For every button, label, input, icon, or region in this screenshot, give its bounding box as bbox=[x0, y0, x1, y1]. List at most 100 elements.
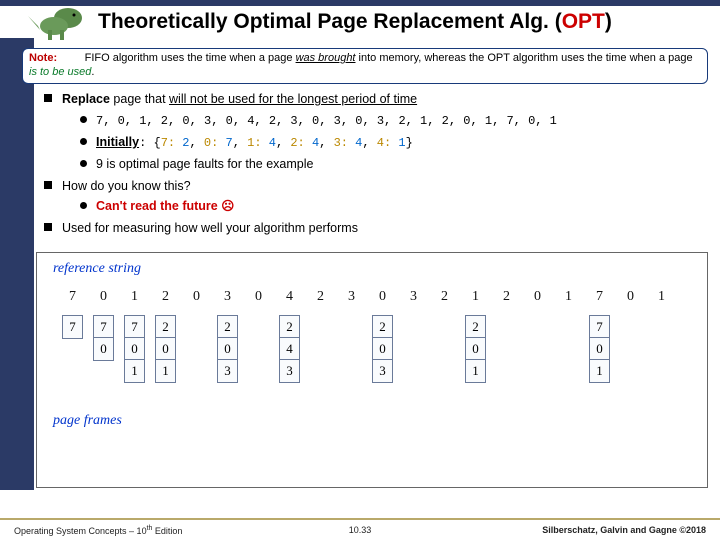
frame-slot bbox=[522, 315, 553, 383]
footer-right: Silberschatz, Galvin and Gagne ©2018 bbox=[542, 525, 706, 535]
ref-cell: 0 bbox=[88, 289, 119, 305]
frame-cell: 1 bbox=[156, 360, 175, 382]
frame-slot: 243 bbox=[274, 315, 305, 383]
bullet-replace-underline: will not be used for the longest period … bbox=[169, 92, 417, 106]
frame-cell: 7 bbox=[94, 316, 113, 338]
footer-right-b: 2018 bbox=[686, 525, 706, 535]
frame-stack: 201 bbox=[155, 315, 176, 383]
frame-slot bbox=[429, 315, 460, 383]
frame-cell: 0 bbox=[156, 338, 175, 360]
frame-slot bbox=[615, 315, 646, 383]
frame-slot: 201 bbox=[150, 315, 181, 383]
frame-cell: 7 bbox=[125, 316, 144, 338]
bullet-refstring: 7, 0, 1, 2, 0, 3, 0, 4, 2, 3, 0, 3, 0, 3… bbox=[80, 111, 704, 130]
bullet-how: How do you know this? Can't read the fut… bbox=[44, 177, 704, 217]
footer-left-a: Operating System Concepts – 10 bbox=[14, 526, 147, 536]
frame-cell: 2 bbox=[280, 316, 299, 338]
bullet-initially: Initially: {7: 2, 0: 7, 1: 4, 2: 4, 3: 4… bbox=[80, 133, 704, 152]
frame-cell: 3 bbox=[373, 360, 392, 382]
content: Replace page that will not be used for t… bbox=[44, 90, 704, 241]
refstring-inline: 7, 0, 1, 2, 0, 3, 0, 4, 2, 3, 0, 3, 0, 3… bbox=[96, 114, 557, 128]
frame-slot bbox=[398, 315, 429, 383]
footer-left: Operating System Concepts – 10th Edition bbox=[14, 525, 182, 536]
frame-stack: 701 bbox=[124, 315, 145, 383]
left-bar bbox=[0, 38, 34, 490]
frame-slot: 201 bbox=[460, 315, 491, 383]
dinosaur-icon bbox=[24, 0, 90, 44]
frame-slot: 701 bbox=[119, 315, 150, 383]
footer-right-a: Silberschatz, Galvin and Gagne bbox=[542, 525, 679, 535]
frame-cell: 0 bbox=[373, 338, 392, 360]
frame-slot: 701 bbox=[584, 315, 615, 383]
frame-stack: 243 bbox=[279, 315, 300, 383]
initially-map: {7: 2, 0: 7, 1: 4, 2: 4, 3: 4, 4: 1} bbox=[153, 136, 412, 150]
page-frames-label: page frames bbox=[53, 413, 122, 429]
frame-cell: 4 bbox=[280, 338, 299, 360]
ref-cell: 3 bbox=[398, 289, 429, 305]
frame-stack: 701 bbox=[589, 315, 610, 383]
ref-cell: 0 bbox=[615, 289, 646, 305]
ref-cell: 1 bbox=[460, 289, 491, 305]
bullet-used: Used for measuring how well your algorit… bbox=[44, 219, 704, 238]
frame-cell: 0 bbox=[590, 338, 609, 360]
frame-cell: 3 bbox=[280, 360, 299, 382]
frame-slot bbox=[553, 315, 584, 383]
frame-cell: 2 bbox=[218, 316, 237, 338]
note-text-3: . bbox=[91, 66, 94, 78]
bullet-cant-read: Can't read the future ☹ bbox=[80, 197, 704, 216]
frame-cell: 0 bbox=[466, 338, 485, 360]
frame-cell: 1 bbox=[590, 360, 609, 382]
ref-cell: 7 bbox=[584, 289, 615, 305]
note-text-2: into memory, whereas the OPT algorithm u… bbox=[356, 52, 693, 64]
bullet-replace: Replace page that will not be used for t… bbox=[44, 90, 704, 174]
frame-slot: 70 bbox=[88, 315, 119, 383]
ref-cell: 2 bbox=[429, 289, 460, 305]
ref-cell: 4 bbox=[274, 289, 305, 305]
note-box: Note: FIFO algorithm uses the time when … bbox=[22, 48, 708, 84]
ref-cell: 0 bbox=[243, 289, 274, 305]
frame-cell: 1 bbox=[466, 360, 485, 382]
initially-label: Initially bbox=[96, 135, 139, 149]
slide: Theoretically Optimal Page Replacement A… bbox=[0, 0, 720, 540]
title-main: Theoretically Optimal Page Replacement A… bbox=[98, 10, 562, 33]
slide-title: Theoretically Optimal Page Replacement A… bbox=[98, 10, 612, 34]
reference-string-row: 70120304230321201701 bbox=[57, 289, 697, 305]
frame-cell: 7 bbox=[63, 316, 82, 338]
footer-center: 10.33 bbox=[349, 525, 372, 535]
ref-cell: 2 bbox=[150, 289, 181, 305]
frame-slot: 7 bbox=[57, 315, 88, 383]
frame-cell: 2 bbox=[466, 316, 485, 338]
ref-cell: 1 bbox=[646, 289, 677, 305]
diagram-box: reference string 70120304230321201701 77… bbox=[36, 252, 708, 488]
bullet-replace-mid: page that bbox=[110, 92, 169, 106]
ref-cell: 0 bbox=[181, 289, 212, 305]
frame-slot bbox=[491, 315, 522, 383]
footer: Operating System Concepts – 10th Edition… bbox=[0, 518, 720, 540]
reference-string-label: reference string bbox=[53, 261, 141, 277]
page-frames-row: 770701201203243203201701 bbox=[57, 315, 697, 383]
title-highlight: OPT bbox=[562, 10, 605, 33]
frame-slot bbox=[336, 315, 367, 383]
ref-cell: 2 bbox=[305, 289, 336, 305]
frame-cell: 3 bbox=[218, 360, 237, 382]
frame-slot bbox=[305, 315, 336, 383]
frame-slot bbox=[181, 315, 212, 383]
ref-cell: 1 bbox=[119, 289, 150, 305]
frame-cell: 2 bbox=[156, 316, 175, 338]
frame-stack: 203 bbox=[372, 315, 393, 383]
note-em-1: was brought bbox=[296, 52, 356, 64]
frame-stack: 203 bbox=[217, 315, 238, 383]
frame-cell: 0 bbox=[218, 338, 237, 360]
frame-stack: 7 bbox=[62, 315, 83, 339]
ref-cell: 0 bbox=[367, 289, 398, 305]
note-em-2: is to be used bbox=[29, 66, 91, 78]
note-label: Note: bbox=[29, 52, 57, 64]
ref-cell: 1 bbox=[553, 289, 584, 305]
frame-cell: 0 bbox=[94, 338, 113, 360]
frame-cell: 0 bbox=[125, 338, 144, 360]
frame-cell: 7 bbox=[590, 316, 609, 338]
ref-cell: 0 bbox=[522, 289, 553, 305]
initially-colon: : bbox=[139, 136, 153, 150]
footer-copy: © bbox=[679, 525, 686, 535]
frame-cell: 2 bbox=[373, 316, 392, 338]
